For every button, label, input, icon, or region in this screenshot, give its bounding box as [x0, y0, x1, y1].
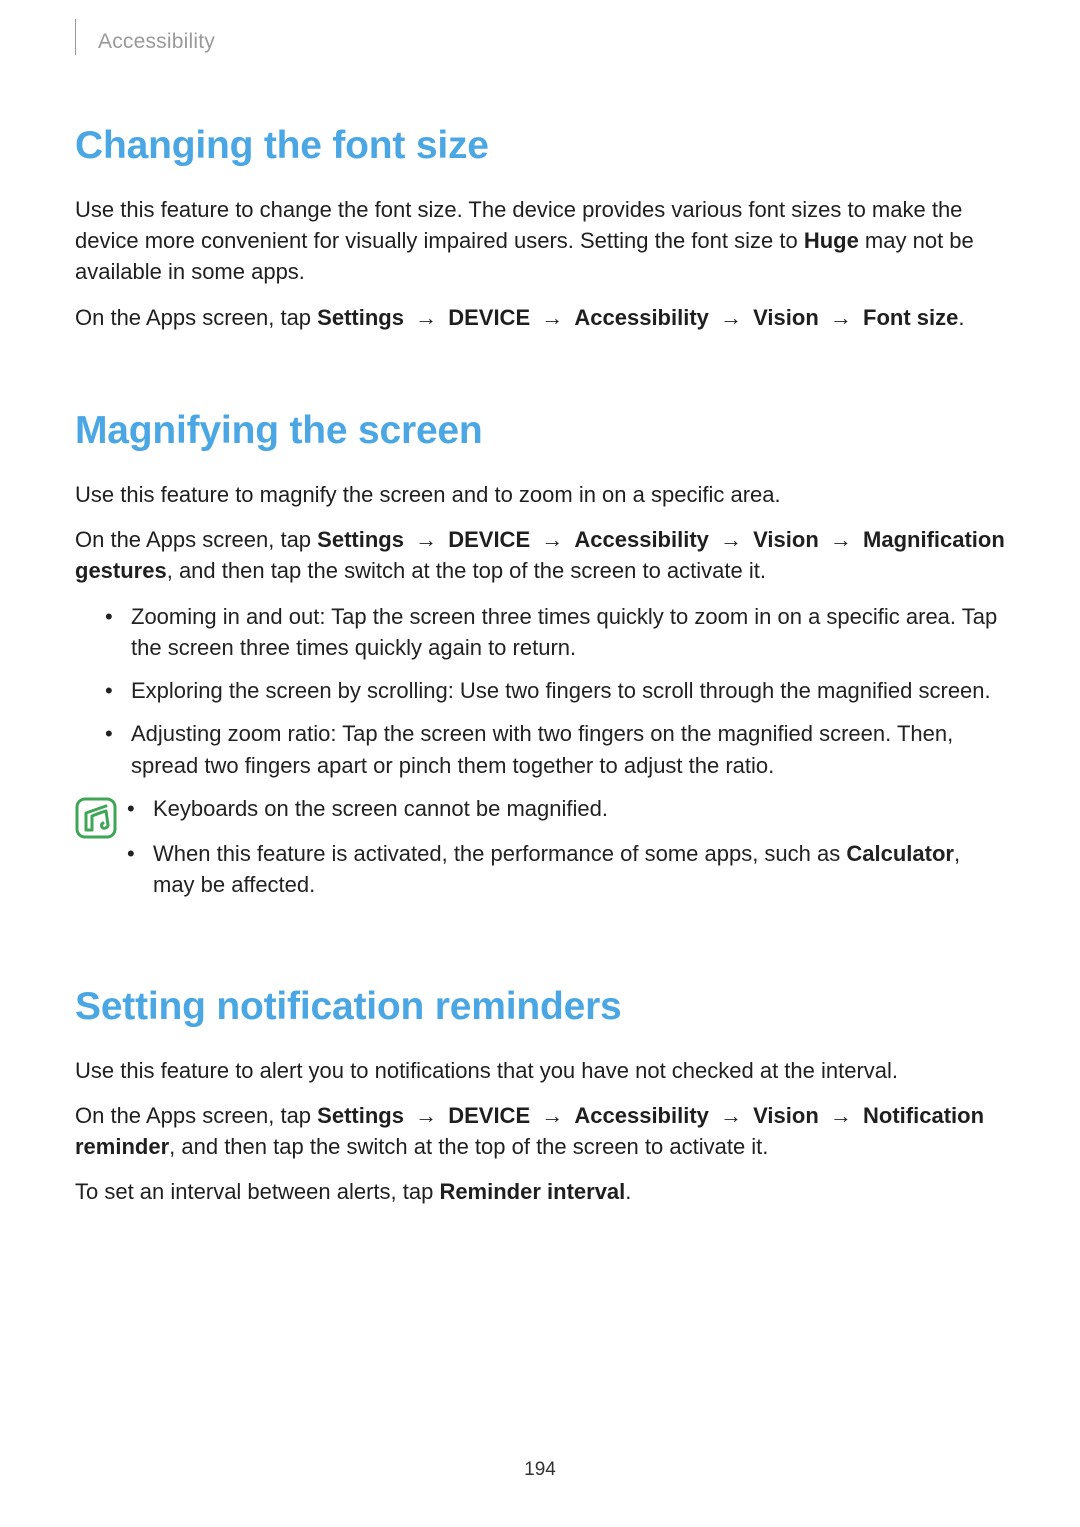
section-heading-magnify: Magnifying the screen — [75, 409, 1005, 453]
arrow-icon: → — [415, 305, 437, 330]
text: On the Apps screen, tap — [75, 527, 317, 552]
section-heading-font-size: Changing the font size — [75, 124, 1005, 168]
arrow-icon: → — [720, 527, 742, 552]
path-vision: Vision — [753, 1103, 819, 1128]
bold-calculator: Calculator — [846, 841, 954, 866]
sec3-para1: Use this feature to alert you to notific… — [75, 1055, 1005, 1086]
bold-huge: Huge — [804, 228, 859, 253]
text: On the Apps screen, tap — [75, 305, 317, 330]
header-divider — [75, 19, 76, 55]
note-list: Keyboards on the screen cannot be magnif… — [125, 793, 1005, 915]
sec2-para1: Use this feature to magnify the screen a… — [75, 479, 1005, 510]
path-device: DEVICE — [448, 1103, 530, 1128]
path-settings: Settings — [317, 527, 404, 552]
path-fontsize: Font size — [863, 305, 958, 330]
path-vision: Vision — [753, 527, 819, 552]
sec1-para2-path: On the Apps screen, tap Settings → DEVIC… — [75, 302, 1005, 333]
section-heading-notify: Setting notification reminders — [75, 985, 1005, 1029]
arrow-icon: → — [415, 527, 437, 552]
text: , and then tap the switch at the top of … — [167, 558, 766, 583]
note-icon — [75, 797, 117, 844]
arrow-icon: → — [541, 305, 563, 330]
arrow-icon: → — [830, 527, 852, 552]
text: To set an interval between alerts, tap — [75, 1179, 439, 1204]
section-spacer — [75, 923, 1005, 971]
breadcrumb: Accessibility — [98, 30, 215, 54]
sec3-para3: To set an interval between alerts, tap R… — [75, 1176, 1005, 1207]
section-spacer — [75, 347, 1005, 395]
path-device: DEVICE — [448, 305, 530, 330]
sec2-bullet-list: Zooming in and out: Tap the screen three… — [75, 601, 1005, 781]
page: Accessibility Changing the font size Use… — [0, 0, 1080, 1527]
sec1-para1: Use this feature to change the font size… — [75, 194, 1005, 288]
arrow-icon: → — [720, 1103, 742, 1128]
list-item: Exploring the screen by scrolling: Use t… — [105, 675, 1005, 706]
path-accessibility: Accessibility — [574, 305, 709, 330]
path-accessibility: Accessibility — [574, 1103, 709, 1128]
arrow-icon: → — [541, 1103, 563, 1128]
note-block: Keyboards on the screen cannot be magnif… — [75, 793, 1005, 915]
sec2-para2-path: On the Apps screen, tap Settings → DEVIC… — [75, 524, 1005, 586]
page-number: 194 — [0, 1459, 1080, 1481]
path-settings: Settings — [317, 1103, 404, 1128]
text: , and then tap the switch at the top of … — [169, 1134, 768, 1159]
bold-reminder-interval: Reminder interval — [439, 1179, 625, 1204]
text: . — [625, 1179, 631, 1204]
path-accessibility: Accessibility — [574, 527, 709, 552]
text: On the Apps screen, tap — [75, 1103, 317, 1128]
note-item: When this feature is activated, the perf… — [127, 838, 1005, 900]
arrow-icon: → — [830, 1103, 852, 1128]
arrow-icon: → — [830, 305, 852, 330]
path-settings: Settings — [317, 305, 404, 330]
text: . — [958, 305, 964, 330]
list-item: Adjusting zoom ratio: Tap the screen wit… — [105, 718, 1005, 780]
arrow-icon: → — [720, 305, 742, 330]
note-item: Keyboards on the screen cannot be magnif… — [127, 793, 1005, 824]
path-device: DEVICE — [448, 527, 530, 552]
list-item: Zooming in and out: Tap the screen three… — [105, 601, 1005, 663]
text: When this feature is activated, the perf… — [153, 841, 846, 866]
sec3-para2-path: On the Apps screen, tap Settings → DEVIC… — [75, 1100, 1005, 1162]
arrow-icon: → — [415, 1103, 437, 1128]
path-vision: Vision — [753, 305, 819, 330]
arrow-icon: → — [541, 527, 563, 552]
header: Accessibility — [75, 40, 1005, 64]
